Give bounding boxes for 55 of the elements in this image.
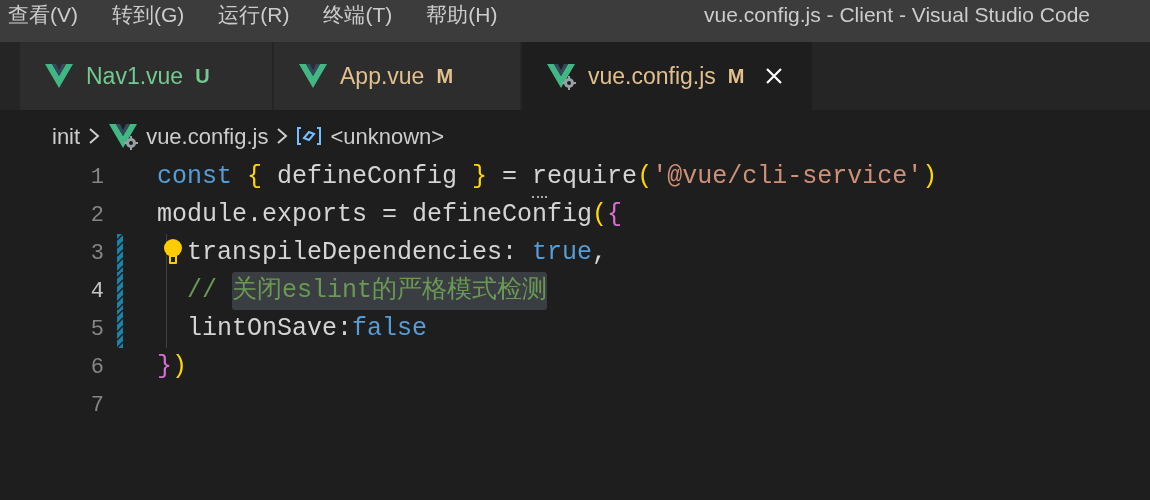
menu-item[interactable]: 终端(T) <box>323 3 393 25</box>
code-token: { <box>247 161 264 194</box>
editor-tab[interactable]: App.vue M <box>274 42 520 110</box>
code-token: module.exports = defineConfig <box>157 199 593 232</box>
vue-icon <box>44 62 74 90</box>
menu-item[interactable]: 转到(G) <box>112 3 185 25</box>
window-title: vue.config.js - Client - Visual Studio Code <box>704 3 1090 25</box>
symbol-icon <box>296 126 323 146</box>
code-token: = <box>502 161 519 194</box>
line-number: 1 <box>89 163 104 192</box>
code-token: true <box>532 237 593 270</box>
line-number: 2 <box>89 201 104 230</box>
code-token: transpileDependencies: <box>187 237 519 270</box>
menu-item[interactable]: 运行(R) <box>218 3 290 25</box>
code-token: ) <box>922 161 938 194</box>
line-number: 5 <box>89 315 104 344</box>
breadcrumb-item[interactable]: init <box>52 119 81 153</box>
code-token: ( <box>592 199 608 232</box>
code-token: , <box>592 237 608 270</box>
vue-icon <box>298 62 328 90</box>
code-token: defineConfig <box>277 161 459 194</box>
line-number: 7 <box>89 391 104 420</box>
chevron-icon <box>88 127 101 145</box>
code-token: ) <box>172 351 188 384</box>
code-token: require <box>532 158 638 196</box>
code-token: } <box>472 161 489 194</box>
code-token: ( <box>637 161 653 194</box>
breadcrumb-item[interactable]: <unknown> <box>330 119 445 153</box>
menu-item[interactable]: 帮助(H) <box>426 3 498 25</box>
breadcrumb-item[interactable]: vue.config.js <box>146 119 269 153</box>
tab-label: vue.config.js <box>588 61 716 91</box>
code-token: false <box>352 313 428 346</box>
lightbulb-icon[interactable] <box>163 238 183 266</box>
close-icon[interactable] <box>764 67 783 85</box>
git-status: M <box>436 64 454 89</box>
line-number: 4 <box>89 277 104 306</box>
line-number: 3 <box>89 239 104 268</box>
editor-tab[interactable]: vue.config.js M <box>522 42 812 110</box>
tab-label: App.vue <box>340 61 425 91</box>
chevron-icon <box>276 127 289 145</box>
code-token: const <box>157 161 233 194</box>
editor-tab[interactable]: Nav1.vue U <box>20 42 272 110</box>
code-token: 关闭eslint的严格模式检测 <box>232 272 548 310</box>
tab-label: Nav1.vue <box>86 61 184 91</box>
code-token: // <box>187 275 218 308</box>
code-token: } <box>157 351 172 384</box>
vue-gear-icon <box>108 122 139 150</box>
vue-gear-icon <box>546 62 576 90</box>
git-status: M <box>727 64 745 89</box>
line-number: 6 <box>89 353 104 382</box>
code-token: '@vue/cli-service' <box>652 161 923 194</box>
code-token: { <box>607 199 623 232</box>
git-status: U <box>195 64 210 89</box>
menu-item[interactable]: 查看(V) <box>8 3 78 25</box>
code-token: lintOnSave: <box>187 313 353 346</box>
